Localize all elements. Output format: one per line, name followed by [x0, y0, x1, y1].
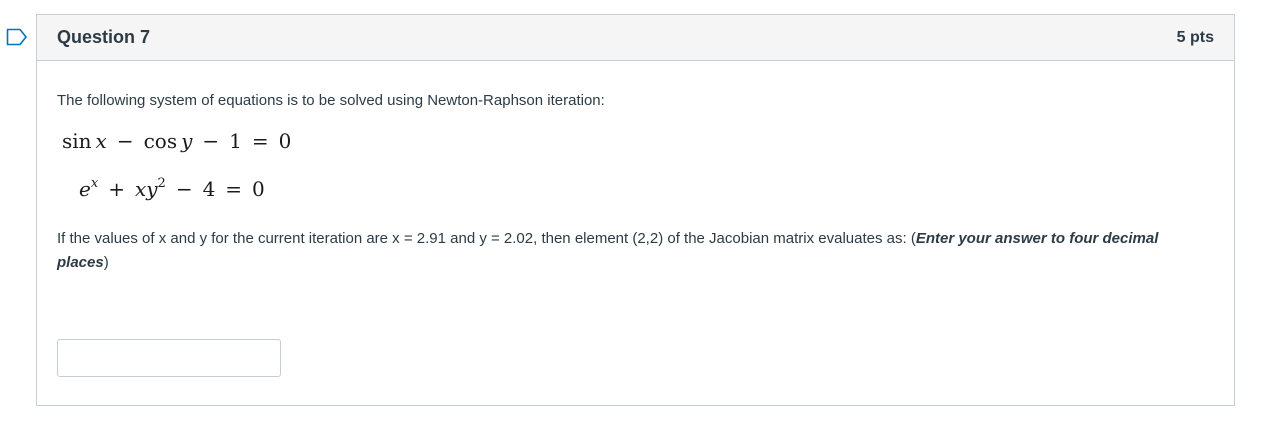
question-intro: The following system of equations is to …	[57, 92, 605, 109]
answer-input[interactable]	[57, 339, 281, 377]
question-points: 5 pts	[1176, 28, 1214, 46]
question-prompt: If the values of x and y for the current…	[57, 227, 1197, 275]
question-card: Question 7 5 pts The following system of…	[36, 14, 1235, 406]
question-body: The following system of equations is to …	[37, 61, 1234, 275]
equation-2: ex + xy2 − 4 = 0	[79, 176, 265, 201]
equation-1: sin x − cos y − 1 = 0	[62, 129, 292, 153]
prompt-text: If the values of x and y for the current…	[57, 230, 916, 247]
bookmark-flag-icon[interactable]	[6, 28, 28, 46]
prompt-close: )	[103, 254, 109, 271]
question-title: Question 7	[57, 27, 151, 47]
question-header: Question 7 5 pts	[37, 15, 1234, 61]
